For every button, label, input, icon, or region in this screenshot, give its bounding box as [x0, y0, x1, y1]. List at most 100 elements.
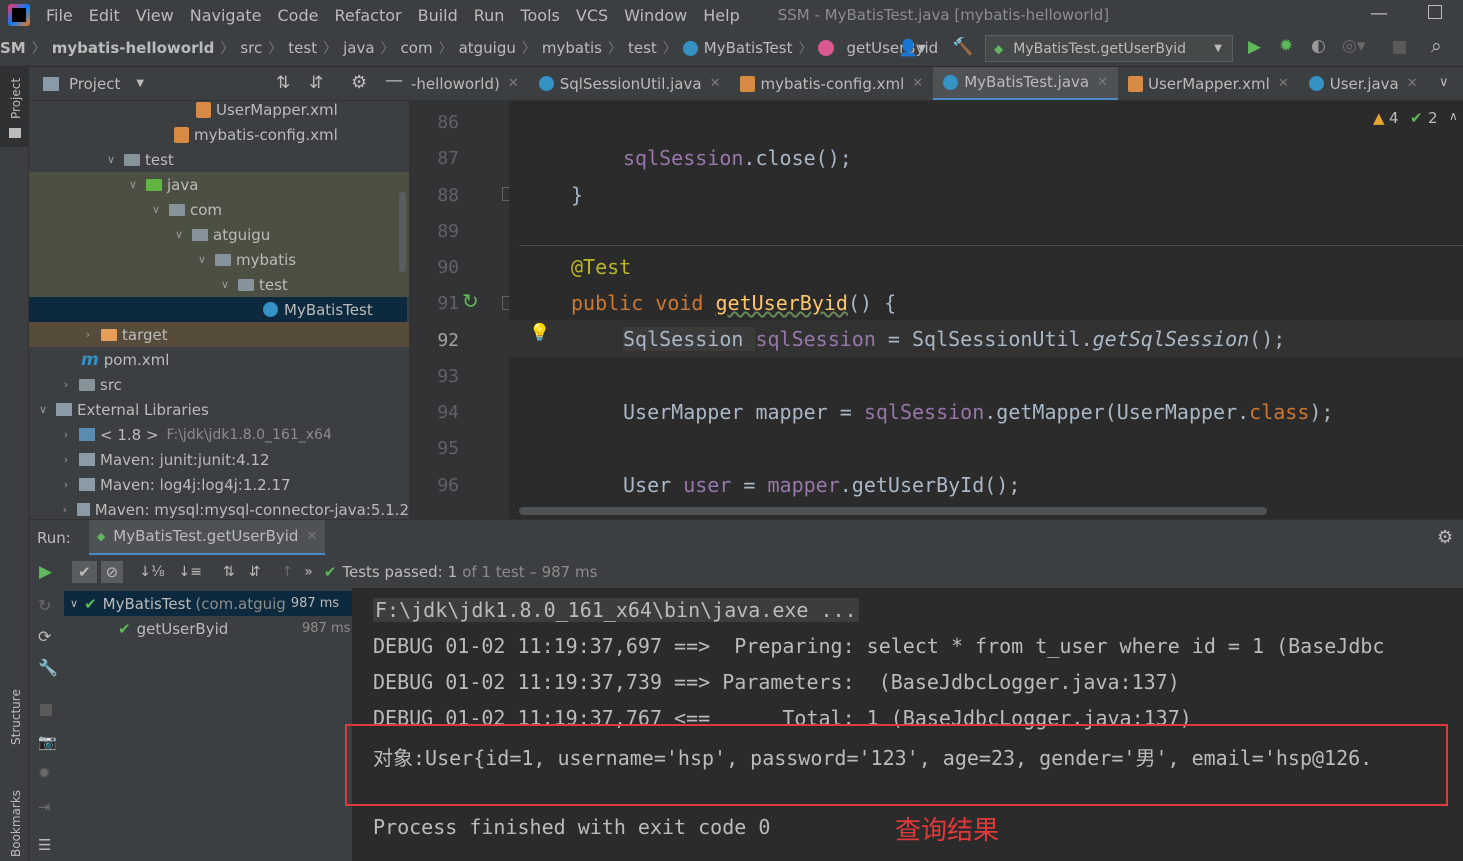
- test-suite-row[interactable]: ∨ ✔ MyBatisTest (com.atguig 987 ms: [64, 591, 352, 616]
- tab-user[interactable]: User.java ✕: [1299, 67, 1428, 100]
- tab-config-partial[interactable]: -helloworld) ✕: [409, 67, 529, 100]
- user-account-icon[interactable]: 👤▾: [898, 38, 926, 57]
- stop-icon[interactable]: [40, 704, 52, 716]
- menu-navigate[interactable]: Navigate: [182, 6, 270, 25]
- chevron-right-icon[interactable]: ›: [81, 328, 95, 341]
- wrench-icon[interactable]: 🔧: [38, 658, 58, 677]
- tree-item[interactable]: mybatis-config.xml: [29, 122, 409, 147]
- tree-item[interactable]: › src: [29, 372, 409, 397]
- breadcrumb-item[interactable]: src: [240, 39, 262, 57]
- camera-icon[interactable]: 📷: [38, 733, 57, 751]
- chevron-up-icon[interactable]: ∧: [1449, 109, 1458, 123]
- chevron-down-icon[interactable]: ▼: [136, 78, 144, 89]
- check-icon[interactable]: ✔: [1410, 109, 1423, 127]
- menu-build[interactable]: Build: [410, 6, 466, 25]
- hide-panel-icon[interactable]: —: [385, 70, 403, 91]
- menu-vcs[interactable]: VCS: [568, 6, 616, 25]
- search-icon[interactable]: ⌕: [1431, 35, 1442, 57]
- breadcrumb-item[interactable]: MyBatisTest: [704, 39, 793, 57]
- tree-item[interactable]: ∨ External Libraries: [29, 397, 409, 422]
- bookmarks-tool-window-tab[interactable]: Bookmarks: [9, 790, 23, 857]
- menu-view[interactable]: View: [128, 6, 182, 25]
- breadcrumb-item[interactable]: atguigu: [459, 39, 516, 57]
- horizontal-scrollbar[interactable]: [519, 507, 1267, 515]
- menu-file[interactable]: File: [38, 6, 81, 25]
- menu-window[interactable]: Window: [616, 6, 695, 25]
- tabs-overflow-chevron-icon[interactable]: ∨: [1439, 75, 1449, 90]
- build-hammer-icon[interactable]: 🔨: [952, 37, 973, 57]
- gear-icon[interactable]: ⚙: [351, 72, 367, 93]
- tree-item[interactable]: UserMapper.xml: [29, 97, 409, 122]
- rerun-icon[interactable]: ▶: [39, 562, 52, 582]
- close-icon[interactable]: ✕: [306, 529, 317, 544]
- chevron-right-icon[interactable]: ›: [59, 503, 71, 516]
- restart-icon[interactable]: ↻: [38, 596, 51, 615]
- tab-usermapper[interactable]: UserMapper.xml ✕: [1118, 67, 1299, 100]
- menu-tools[interactable]: Tools: [512, 6, 567, 25]
- project-tool-window-tab[interactable]: Project: [9, 78, 23, 119]
- show-ignored-toggle-icon[interactable]: ⊘: [100, 560, 124, 583]
- tree-item[interactable]: › < 1.8 > F:\jdk\jdk1.8.0_161_x64: [29, 422, 409, 447]
- close-icon[interactable]: ✕: [1097, 75, 1108, 90]
- bug-icon[interactable]: ✹: [38, 764, 51, 782]
- breadcrumb-item[interactable]: SM: [0, 39, 26, 57]
- coverage-icon[interactable]: ◐: [1311, 36, 1326, 56]
- tab-mybatistest[interactable]: MyBatisTest.java ✕: [933, 67, 1119, 100]
- close-icon[interactable]: ✕: [1278, 76, 1289, 91]
- breadcrumb-item[interactable]: com: [401, 39, 433, 57]
- tree-item[interactable]: ∨ java: [29, 172, 409, 197]
- tree-item[interactable]: ∨ mybatis: [29, 247, 409, 272]
- test-case-row[interactable]: ✔ getUserByid 987 ms: [64, 616, 352, 641]
- expand-all-icon[interactable]: ⇅: [223, 564, 235, 580]
- tree-item[interactable]: › Maven: mysql:mysql-connector-java:5.1.2: [29, 497, 409, 519]
- breadcrumb-item[interactable]: test: [288, 39, 317, 57]
- chevron-down-icon[interactable]: ∨: [104, 153, 118, 166]
- chevron-down-icon[interactable]: ∨: [70, 597, 78, 610]
- tree-item[interactable]: m pom.xml: [29, 347, 409, 372]
- close-icon[interactable]: ✕: [912, 76, 923, 91]
- run-icon[interactable]: ▶: [1248, 37, 1261, 57]
- sort-alpha-icon[interactable]: ↓⅛: [139, 564, 164, 580]
- project-scrollbar[interactable]: [399, 192, 406, 272]
- close-icon[interactable]: ✕: [710, 76, 721, 91]
- menu-help[interactable]: Help: [695, 6, 747, 25]
- tree-item[interactable]: ∨ test: [29, 272, 409, 297]
- menu-code[interactable]: Code: [270, 6, 327, 25]
- layout-icon[interactable]: ☰: [38, 836, 51, 854]
- run-configuration-select[interactable]: ◆ MyBatisTest.getUserByid ▼: [985, 35, 1233, 62]
- collapse-all-icon[interactable]: ⇵: [249, 564, 261, 580]
- exit-icon[interactable]: ⇥: [38, 798, 51, 816]
- show-passed-toggle-icon[interactable]: ✔: [72, 560, 97, 583]
- tab-sqlsessionutil[interactable]: SqlSessionUtil.java ✕: [529, 67, 731, 100]
- tree-item[interactable]: › Maven: junit:junit:4.12: [29, 447, 409, 472]
- structure-tool-window-tab[interactable]: Structure: [9, 689, 23, 745]
- close-icon[interactable]: ✕: [508, 76, 519, 91]
- menu-edit[interactable]: Edit: [81, 6, 128, 25]
- project-panel-title[interactable]: Project: [69, 75, 120, 93]
- close-icon[interactable]: ✕: [1407, 76, 1418, 91]
- breadcrumb-item[interactable]: java: [343, 39, 374, 57]
- breadcrumb-item[interactable]: mybatis: [542, 39, 602, 57]
- sort-duration-icon[interactable]: ↓≡: [179, 564, 202, 580]
- chevron-down-icon[interactable]: ∨: [36, 403, 50, 416]
- chevron-right-icon[interactable]: ›: [59, 453, 73, 466]
- tree-item[interactable]: ∨ com: [29, 197, 409, 222]
- chevron-right-icon[interactable]: ›: [59, 478, 73, 491]
- profile-icon[interactable]: ◎▾: [1342, 36, 1365, 56]
- tree-item[interactable]: › target: [29, 322, 409, 347]
- gear-icon[interactable]: ⚙: [1437, 527, 1453, 548]
- chevron-down-icon[interactable]: ∨: [126, 178, 140, 191]
- run-tab[interactable]: ◆ MyBatisTest.getUserByid ✕: [88, 519, 326, 556]
- chevron-down-icon[interactable]: ∨: [149, 203, 163, 216]
- chevron-right-icon[interactable]: ›: [59, 428, 73, 441]
- chevron-down-icon[interactable]: ∨: [195, 253, 209, 266]
- tree-item-selected[interactable]: MyBatisTest: [29, 297, 407, 322]
- tree-item[interactable]: ∨ atguigu: [29, 222, 409, 247]
- debug-icon[interactable]: ✹: [1279, 36, 1293, 56]
- run-test-gutter-icon[interactable]: ↻: [462, 289, 479, 313]
- chevron-down-icon[interactable]: ∨: [218, 278, 232, 291]
- breadcrumb-item[interactable]: test: [628, 39, 657, 57]
- chevron-down-icon[interactable]: ∨: [172, 228, 186, 241]
- lightbulb-icon[interactable]: 💡: [529, 323, 550, 343]
- tab-mybatis-config[interactable]: mybatis-config.xml ✕: [730, 67, 933, 100]
